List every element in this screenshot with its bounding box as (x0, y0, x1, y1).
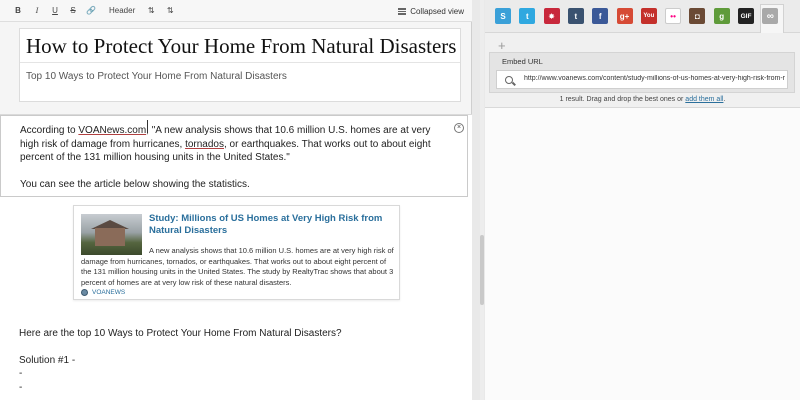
text-line-solution1[interactable]: Solution #1 - (19, 355, 75, 366)
link-icon[interactable]: ∞ (762, 8, 779, 24)
results-text-end: . (723, 96, 726, 103)
house-shape (95, 228, 125, 246)
search-icon[interactable] (505, 76, 513, 84)
embed-url-input[interactable]: http://www.voanews.com/content/study-mil… (496, 70, 788, 89)
facebook-icon[interactable]: f (592, 8, 609, 24)
facebook-like-icon[interactable]: ✸ (543, 8, 560, 24)
sort-descending-icon[interactable]: ⇅ (163, 0, 177, 22)
twitter-icon[interactable]: t (519, 8, 536, 24)
title-block: How to Protect Your Home From Natural Di… (19, 28, 461, 102)
text-cursor-icon (147, 120, 151, 132)
source-label: VOANEWS (92, 289, 126, 296)
text-line-top10[interactable]: Here are the top 10 Ways to Protect Your… (19, 328, 342, 339)
globe-icon (81, 289, 88, 296)
youtube-icon[interactable]: You (640, 8, 657, 24)
tumblr-icon[interactable]: t (567, 8, 584, 24)
embed-url-label: Embed URL (502, 57, 543, 66)
link-icon[interactable]: 🔗 (84, 0, 98, 22)
editor-scrollbar[interactable] (480, 0, 484, 400)
text-line-dash[interactable]: - (19, 382, 22, 393)
results-area (485, 107, 800, 400)
app-window: B I U S 🔗 Header ⇅ ⇅ Collapsed view How … (0, 0, 800, 400)
strikethrough-button[interactable]: S (67, 0, 79, 22)
tornados-word: tornados (185, 138, 224, 150)
post-subtitle-input[interactable]: Top 10 Ways to Protect Your Home From Na… (20, 64, 460, 102)
source-services-bar: St ✸ t f g+ You •• ◘ g GIF ∞ (485, 0, 800, 33)
story-body: According to VOANews.com, "A new analysi… (0, 114, 472, 400)
collapsed-view-toggle[interactable]: Collapsed view (398, 0, 464, 22)
instagram-icon[interactable]: ◘ (689, 8, 706, 24)
google-icon[interactable]: g (713, 8, 730, 24)
article-title-link[interactable]: Study: Millions of US Homes at Very High… (149, 213, 395, 237)
voanews-link[interactable]: VOANews.com (78, 125, 146, 136)
storify-icon[interactable]: S (495, 8, 511, 24)
embedded-article-card[interactable]: Study: Millions of US Homes at Very High… (73, 205, 400, 300)
sort-ascending-icon[interactable]: ⇅ (144, 0, 158, 22)
paragraph-text: According to (20, 125, 79, 136)
formatting-toolbar: B I U S 🔗 Header ⇅ ⇅ Collapsed view (0, 0, 472, 22)
results-text: 1 result. Drag and drop the best ones or (559, 96, 686, 103)
text-element-editing[interactable]: According to VOANews.com, "A new analysi… (0, 115, 468, 197)
article-description: A new analysis shows that 10.6 million U… (81, 246, 394, 287)
close-icon[interactable]: × (454, 123, 464, 133)
flickr-icon[interactable]: •• (665, 8, 682, 24)
embed-url-panel: Embed URL http://www.voanews.com/content… (489, 52, 795, 93)
media-sidebar: St ✸ t f g+ You •• ◘ g GIF ∞ + Embed URL http://ww… (485, 0, 800, 400)
header-button[interactable]: Header (106, 0, 138, 22)
paragraph-quote: According to VOANews.com, "A new analysi… (20, 124, 448, 165)
italic-button[interactable]: I (31, 0, 43, 22)
editor-pane: B I U S 🔗 Header ⇅ ⇅ Collapsed view How … (0, 0, 472, 400)
add-them-all-link[interactable]: add them all (685, 96, 723, 103)
article-source[interactable]: VOANEWS (81, 289, 125, 296)
underline-button[interactable]: U (49, 0, 61, 22)
gif-icon[interactable]: GIF (738, 8, 754, 24)
list-view-icon (398, 7, 407, 15)
post-title-input[interactable]: How to Protect Your Home From Natural Di… (20, 29, 460, 63)
google-plus-icon[interactable]: g+ (616, 8, 633, 24)
add-source-button[interactable]: + (498, 38, 506, 53)
embed-url-value: http://www.voanews.com/content/study-mil… (524, 75, 786, 82)
paragraph-article-intro: You can see the article below showing th… (20, 178, 250, 190)
bold-button[interactable]: B (12, 0, 24, 22)
text-line-dash[interactable]: - (19, 368, 22, 379)
results-summary: 1 result. Drag and drop the best ones or… (485, 96, 800, 103)
collapsed-view-label: Collapsed view (410, 6, 464, 16)
scrollbar-thumb[interactable] (480, 235, 484, 305)
